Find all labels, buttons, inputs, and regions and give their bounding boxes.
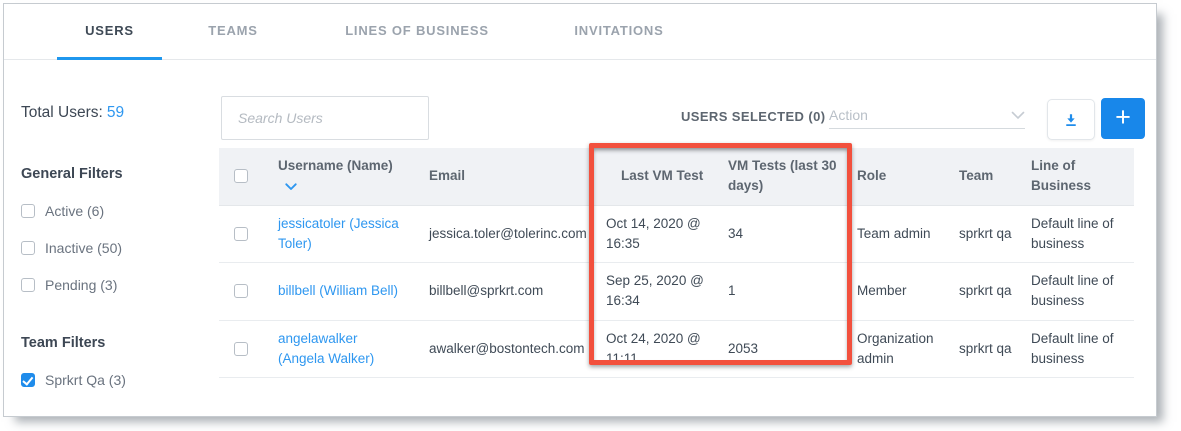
filter-pending[interactable]: Pending (3) [21,277,217,293]
table-header-row: Username (Name) Email Last VM Test VM Te… [219,148,1134,206]
role-cell: Organization admin [849,321,954,378]
filter-active[interactable]: Active (6) [21,203,217,219]
checkbox-sprkrt-qa[interactable] [21,373,35,387]
last-vm-test-cell: Sep 25, 2020 @ 16:34 [591,263,719,320]
username-link[interactable]: jessicatoler (Jessica Toler) [278,216,399,251]
user-management-page: USERS TEAMS LINES OF BUSINESS INVITATION… [0,0,1181,431]
tab-bar: USERS TEAMS LINES OF BUSINESS INVITATION… [4,4,1156,60]
row-checkbox[interactable] [234,284,248,298]
total-users-label: Total Users: [21,104,103,121]
checkbox-active[interactable] [21,204,35,218]
role-cell: Team admin [849,216,954,252]
sort-chevron-down-icon[interactable] [285,183,297,191]
line-of-business-cell: Default line of business [1026,321,1134,378]
vm-tests-30d-cell: 2053 [719,331,849,367]
team-cell: sprkrt qa [954,331,1026,367]
table-row: billbell (William Bell) billbell@sprkrt.… [219,263,1134,321]
total-users-value: 59 [107,104,124,121]
email-cell: awalker@bostontech.com [413,331,591,367]
filter-pending-label: Pending (3) [45,277,117,293]
username-cell: angelawalker (Angela Walker) [263,321,413,378]
vm-tests-30d-cell: 1 [719,273,849,309]
checkbox-pending[interactable] [21,278,35,292]
filter-inactive[interactable]: Inactive (50) [21,240,217,256]
line-of-business-cell: Default line of business [1026,206,1134,263]
last-vm-test-cell: Oct 14, 2020 @ 16:35 [591,206,719,263]
username-link[interactable]: angelawalker (Angela Walker) [278,331,374,366]
search-input[interactable] [222,97,428,139]
checkbox-inactive[interactable] [21,241,35,255]
action-dropdown-placeholder: Action [829,107,868,123]
select-all-cell [219,169,263,183]
row-select-cell [219,342,263,356]
search-box [221,96,429,140]
username-cell: jessicatoler (Jessica Toler) [263,206,413,263]
tab-invitations[interactable]: INVITATIONS [570,4,668,59]
column-header-username-label: Username (Name) [278,158,393,173]
users-table: Username (Name) Email Last VM Test VM Te… [219,148,1134,378]
row-select-cell [219,284,263,298]
download-icon [1063,112,1079,128]
table-row: angelawalker (Angela Walker) awalker@bos… [219,321,1134,379]
role-cell: Member [849,273,954,309]
filter-inactive-label: Inactive (50) [45,240,122,256]
column-header-email[interactable]: Email [413,158,591,194]
column-header-vm-tests-30d[interactable]: VM Tests (last 30 days) [719,148,849,205]
download-button[interactable] [1047,99,1095,140]
row-checkbox[interactable] [234,227,248,241]
users-selected-label: USERS SELECTED (0) [681,109,825,124]
filter-active-label: Active (6) [45,203,104,219]
line-of-business-cell: Default line of business [1026,263,1134,320]
tab-lines-of-business[interactable]: LINES OF BUSINESS [342,4,492,59]
column-header-team[interactable]: Team [954,158,1026,194]
column-header-role[interactable]: Role [849,158,954,194]
total-users: Total Users:59 [21,104,217,122]
plus-icon: + [1115,104,1131,131]
add-user-button[interactable]: + [1101,98,1145,139]
email-cell: jessica.toler@tolerinc.com [413,216,591,252]
team-cell: sprkrt qa [954,273,1026,309]
table-row: jessicatoler (Jessica Toler) jessica.tol… [219,206,1134,264]
chevron-down-icon [1011,111,1025,120]
tab-users[interactable]: USERS [57,4,162,59]
column-header-last-vm-test[interactable]: Last VM Test [591,158,719,194]
app-window: USERS TEAMS LINES OF BUSINESS INVITATION… [3,3,1157,417]
email-cell: billbell@sprkrt.com [413,273,591,309]
column-header-username[interactable]: Username (Name) [263,148,413,205]
row-checkbox[interactable] [234,342,248,356]
tab-teams[interactable]: TEAMS [204,4,262,59]
filters-sidebar: Total Users:59 General Filters Active (6… [21,92,217,388]
last-vm-test-cell: Oct 24, 2020 @ 11:11 [591,321,719,378]
filter-sprkrt-qa-label: Sprkrt Qa (3) [45,372,126,388]
filter-sprkrt-qa[interactable]: Sprkrt Qa (3) [21,372,217,388]
column-header-line-of-business[interactable]: Line of Business [1026,148,1134,205]
action-dropdown[interactable]: Action [829,102,1025,129]
username-link[interactable]: billbell (William Bell) [278,283,398,298]
select-all-checkbox[interactable] [234,169,248,183]
team-filters-title: Team Filters [21,335,217,351]
username-cell: billbell (William Bell) [263,273,413,309]
vm-tests-30d-cell: 34 [719,216,849,252]
general-filters-title: General Filters [21,166,217,182]
team-cell: sprkrt qa [954,216,1026,252]
row-select-cell [219,227,263,241]
